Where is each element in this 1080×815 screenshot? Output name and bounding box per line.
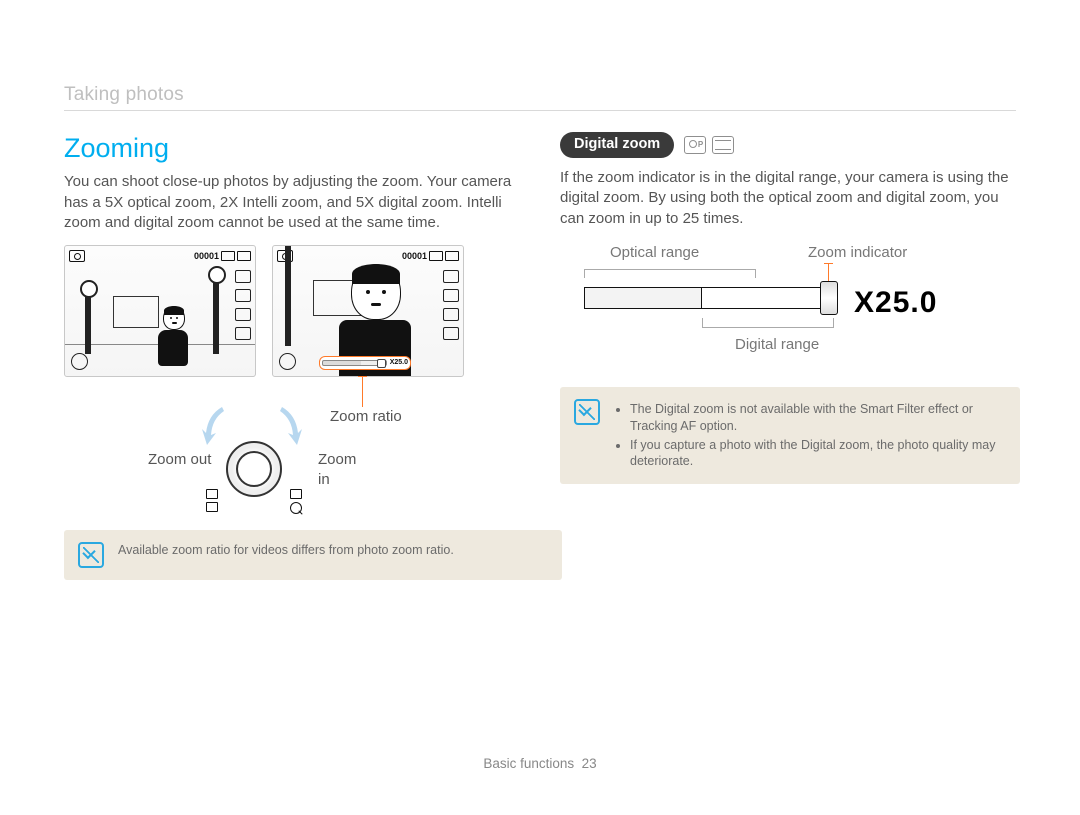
frame-counter: 00001 [194,250,219,262]
flash-icon [443,308,459,321]
zoom-in-label: Zoom in [318,450,356,491]
play-icon [290,489,302,499]
size-icon [443,270,459,283]
note-icon [78,542,104,568]
breadcrumb: Taking photos [64,82,184,108]
footer-page: 23 [582,756,597,771]
callout-tick [358,376,367,377]
quality-icon [443,289,459,302]
camera-mode-icon [69,250,85,262]
intro-text: You can shoot close-up photos by adjusti… [64,172,534,233]
quality-icon [235,289,251,302]
digital-zoom-text: If the zoom indicator is in the digital … [560,168,1020,229]
stabilizer-icon [71,353,88,370]
left-column: Zooming You can shoot close-up photos by… [64,130,534,377]
flash-icon [235,308,251,321]
footer-section: Basic functions [483,756,574,771]
storage-icon [221,251,235,261]
camera-screen-wide: 00001 [64,245,256,377]
rule [64,110,1016,111]
storage-icon [429,251,443,261]
magnify-icon [290,502,302,514]
camera-screens: 00001 [64,245,534,377]
digital-zoom-pill: Digital zoom [560,132,674,158]
stabilizer-icon [279,353,296,370]
thumbnail-icon [206,489,218,499]
manual-page: Taking photos Zooming You can shoot clos… [0,0,1080,815]
zoom-ratio-bar: X25.0 [319,356,411,370]
mode-scene-icon [712,136,734,154]
note-item: If you capture a photo with the Digital … [630,437,1006,471]
page-footer: Basic functions 23 [0,755,1080,773]
callout-line [362,376,363,407]
optical-range-label: Optical range [610,243,699,263]
mode-program-icon [684,136,706,154]
digital-range-label: Digital range [735,335,819,355]
size-icon [235,270,251,283]
note-text: Available zoom ratio for videos differs … [118,542,454,559]
arrow-left-icon [202,405,228,445]
note-icon [574,399,600,425]
zoom-marker [820,281,838,315]
note-box-right: The Digital zoom is not available with t… [560,387,1020,485]
grid-icon [206,502,218,512]
camera-screen-zoomed: 00001 [272,245,464,377]
zoom-out-label: Zoom out [148,450,211,470]
zoom-ratio-label: Zoom ratio [330,407,402,427]
section-title: Zooming [64,130,534,166]
battery-icon [445,251,459,261]
zoom-indicator-diagram: Optical range Zoom indicator Digital ran… [580,243,980,373]
zoom-track [584,287,838,309]
right-column: Digital zoom If the zoom indicator is in… [560,132,1020,484]
focus-frame [113,296,159,328]
subject-silhouette [163,306,188,366]
timer-icon [443,327,459,340]
zoom-dial-illustration: Zoom out Zoom in [198,405,328,510]
zoom-value-text: X25.0 [854,283,937,324]
arrow-right-icon [276,405,302,445]
zoom-ratio-value: X25.0 [390,358,408,367]
note-item: The Digital zoom is not available with t… [630,401,1006,435]
dial-icon [226,441,282,497]
battery-icon [237,251,251,261]
frame-counter: 00001 [402,250,427,262]
note-box-left: Available zoom ratio for videos differs … [64,530,562,580]
zoom-indicator-label: Zoom indicator [808,243,907,263]
